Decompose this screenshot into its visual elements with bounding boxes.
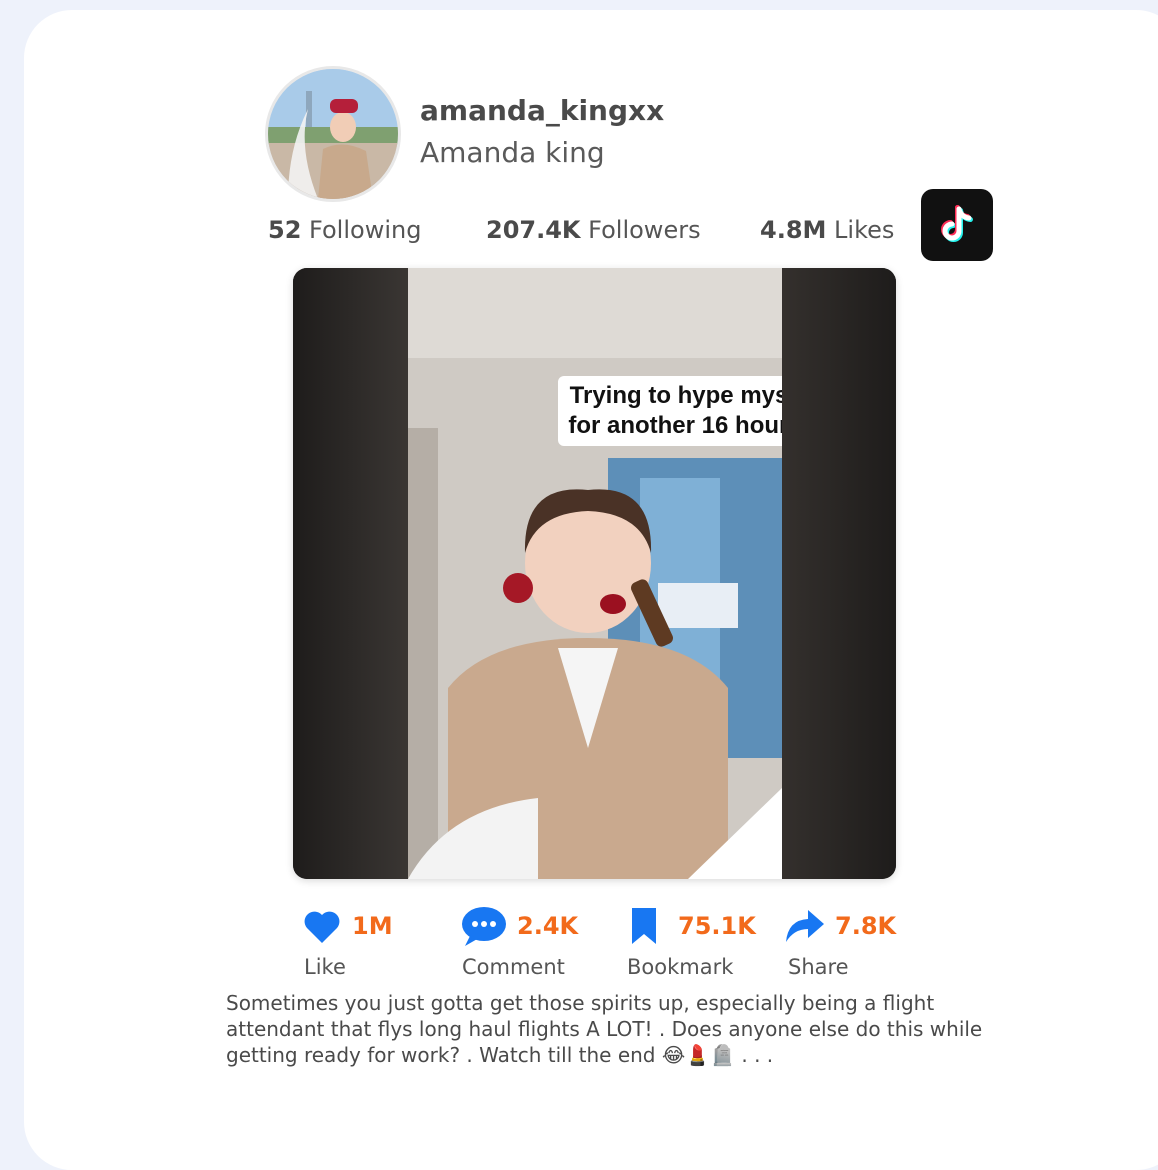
comment-label: Comment: [462, 955, 565, 979]
avatar-photo: [268, 69, 398, 199]
share-count: 7.8K: [835, 912, 897, 940]
following-count: 52: [268, 216, 302, 244]
bookmark-count: 75.1K: [678, 912, 756, 940]
bookmark-icon[interactable]: [630, 906, 658, 946]
share-arrow-icon[interactable]: [784, 908, 826, 944]
display-name: Amanda king: [420, 136, 605, 169]
video-scene: [408, 268, 782, 879]
like-count: 1M: [352, 912, 393, 940]
video-blur-right: [782, 268, 896, 879]
likes-label: Likes: [834, 216, 895, 244]
share-label: Share: [788, 955, 849, 979]
stat-likes[interactable]: 4.8M Likes: [760, 216, 894, 244]
caption-line-1: Trying to hype myself up: [569, 382, 782, 409]
username[interactable]: amanda_kingxx: [420, 94, 664, 127]
comment-bubble-icon[interactable]: [459, 906, 507, 948]
profile-avatar[interactable]: [265, 66, 401, 202]
tiktok-logo-icon[interactable]: [921, 189, 993, 261]
followers-count: 207.4K: [486, 216, 581, 244]
stat-followers[interactable]: 207.4K Followers: [486, 216, 701, 244]
caption-line-2: for another 16 hour flight: [568, 412, 782, 439]
video-overlay-caption: Trying to hype myself up for another 16 …: [558, 376, 782, 446]
comment-count: 2.4K: [517, 912, 579, 940]
video-blur-left: [293, 268, 408, 879]
stat-following[interactable]: 52 Following: [268, 216, 421, 244]
heart-icon[interactable]: [303, 910, 341, 944]
bookmark-label: Bookmark: [627, 955, 734, 979]
following-label: Following: [309, 216, 422, 244]
like-label: Like: [304, 955, 346, 979]
video-frame: Trying to hype myself up for another 16 …: [408, 268, 782, 879]
followers-label: Followers: [588, 216, 701, 244]
likes-count: 4.8M: [760, 216, 827, 244]
video-player[interactable]: Trying to hype myself up for another 16 …: [293, 268, 896, 879]
post-description: Sometimes you just gotta get those spiri…: [226, 991, 983, 1067]
